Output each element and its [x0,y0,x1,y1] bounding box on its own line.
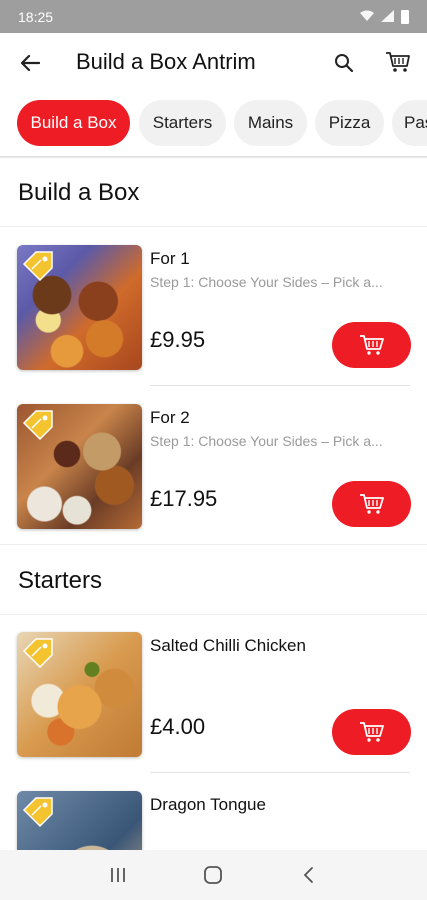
item-name: For 1 [150,249,190,268]
menu-item[interactable]: Dragon Tongue [0,774,427,850]
wifi-icon [359,10,375,24]
tab-pasta[interactable]: Pas [392,100,427,146]
price-tag-icon [22,638,53,669]
menu-item[interactable]: Salted Chilli Chicken £4.00 [0,615,427,773]
price-tag-icon [22,251,53,282]
item-image [17,404,142,529]
item-divider [150,385,410,386]
item-image [17,632,142,757]
search-button[interactable] [330,49,358,77]
item-name: Salted Chilli Chicken [150,636,306,655]
tab-pizza[interactable]: Pizza [315,100,384,146]
tab-starters[interactable]: Starters [139,100,226,146]
back-button[interactable] [16,49,44,77]
add-to-cart-button[interactable] [332,709,411,755]
search-icon [335,54,354,73]
item-price: £9.95 [150,327,206,352]
add-to-cart-button[interactable] [332,322,411,368]
home-button[interactable] [198,860,228,890]
recents-button[interactable] [103,860,133,890]
status-icons [359,9,409,24]
item-image [17,245,142,370]
cart-add-icon [359,494,384,514]
system-nav-bar [0,850,427,900]
price-tag-icon [22,797,53,828]
item-description: Step 1: Choose Your Sides – Pick a... [150,274,383,290]
cart-button[interactable] [383,47,413,77]
menu-item[interactable]: For 1 Step 1: Choose Your Sides – Pick a… [0,228,427,386]
item-name: For 2 [150,408,190,427]
tab-build-a-box[interactable]: Build a Box [17,100,130,146]
item-image [17,791,142,850]
home-icon [204,866,223,884]
price-tag-icon [22,410,53,441]
cart-add-icon [359,722,384,742]
nav-back-icon [303,867,314,883]
category-tabs: Build a Box Starters Mains Pizza Pas [0,96,427,152]
app-bar: Build a Box Antrim [0,33,427,91]
battery-icon [401,9,409,24]
menu-item[interactable]: For 2 Step 1: Choose Your Sides – Pick a… [0,387,427,545]
arrow-left-icon [20,54,40,72]
cart-add-icon [359,335,384,355]
section-title-starters: Starters [0,547,427,615]
item-description: Step 1: Choose Your Sides – Pick a... [150,433,383,449]
add-to-cart-button[interactable] [332,481,411,527]
nav-back-button[interactable] [294,860,324,890]
tab-mains[interactable]: Mains [234,100,307,146]
item-price: £17.95 [150,486,218,511]
status-bar: 18:25 [0,0,427,33]
page-title: Build a Box Antrim [76,49,256,74]
item-divider [150,772,410,773]
status-time: 18:25 [18,8,54,25]
signal-icon [381,9,395,24]
item-name: Dragon Tongue [150,795,266,814]
recents-icon [110,868,125,882]
section-title-build-a-box: Build a Box [0,159,427,227]
item-price: £4.00 [150,714,206,739]
cart-icon [386,52,410,72]
